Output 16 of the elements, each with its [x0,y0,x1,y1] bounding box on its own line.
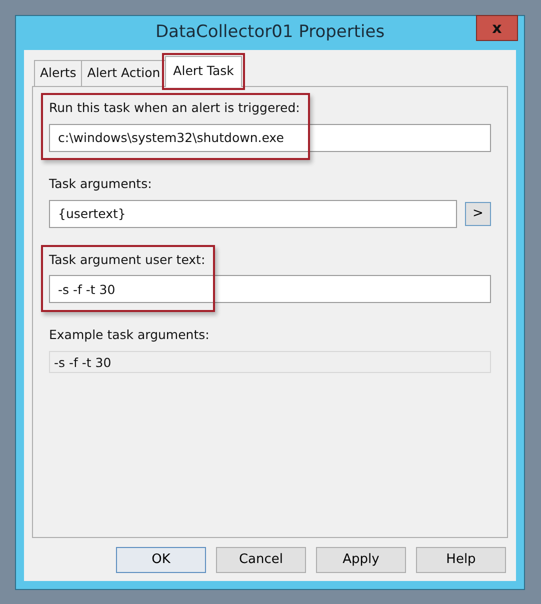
tab[interactable]: Alert Task [165,56,242,87]
tab[interactable]: Alerts [34,60,82,86]
field-label: Run this task when an alert is triggered: [49,99,300,117]
text-field[interactable]: {usertext} [49,200,457,228]
window-title: DataCollector01 Properties [155,21,385,44]
dialog-button[interactable]: Cancel [216,547,306,573]
close-button[interactable]: x [476,15,518,41]
field-label: Task argument user text: [49,250,206,269]
text-field[interactable]: -s -f -t 30 [49,275,491,304]
field-label: Task arguments: [49,174,152,193]
dialog-button[interactable]: OK [116,547,206,573]
field-label: Example task arguments: [49,326,210,344]
text-field[interactable]: c:\windows\system32\shutdown.exe [49,124,491,152]
dialog-button[interactable]: Help [416,547,506,573]
insert-button[interactable]: > [465,202,491,226]
dialog-button[interactable]: Apply [316,547,406,573]
